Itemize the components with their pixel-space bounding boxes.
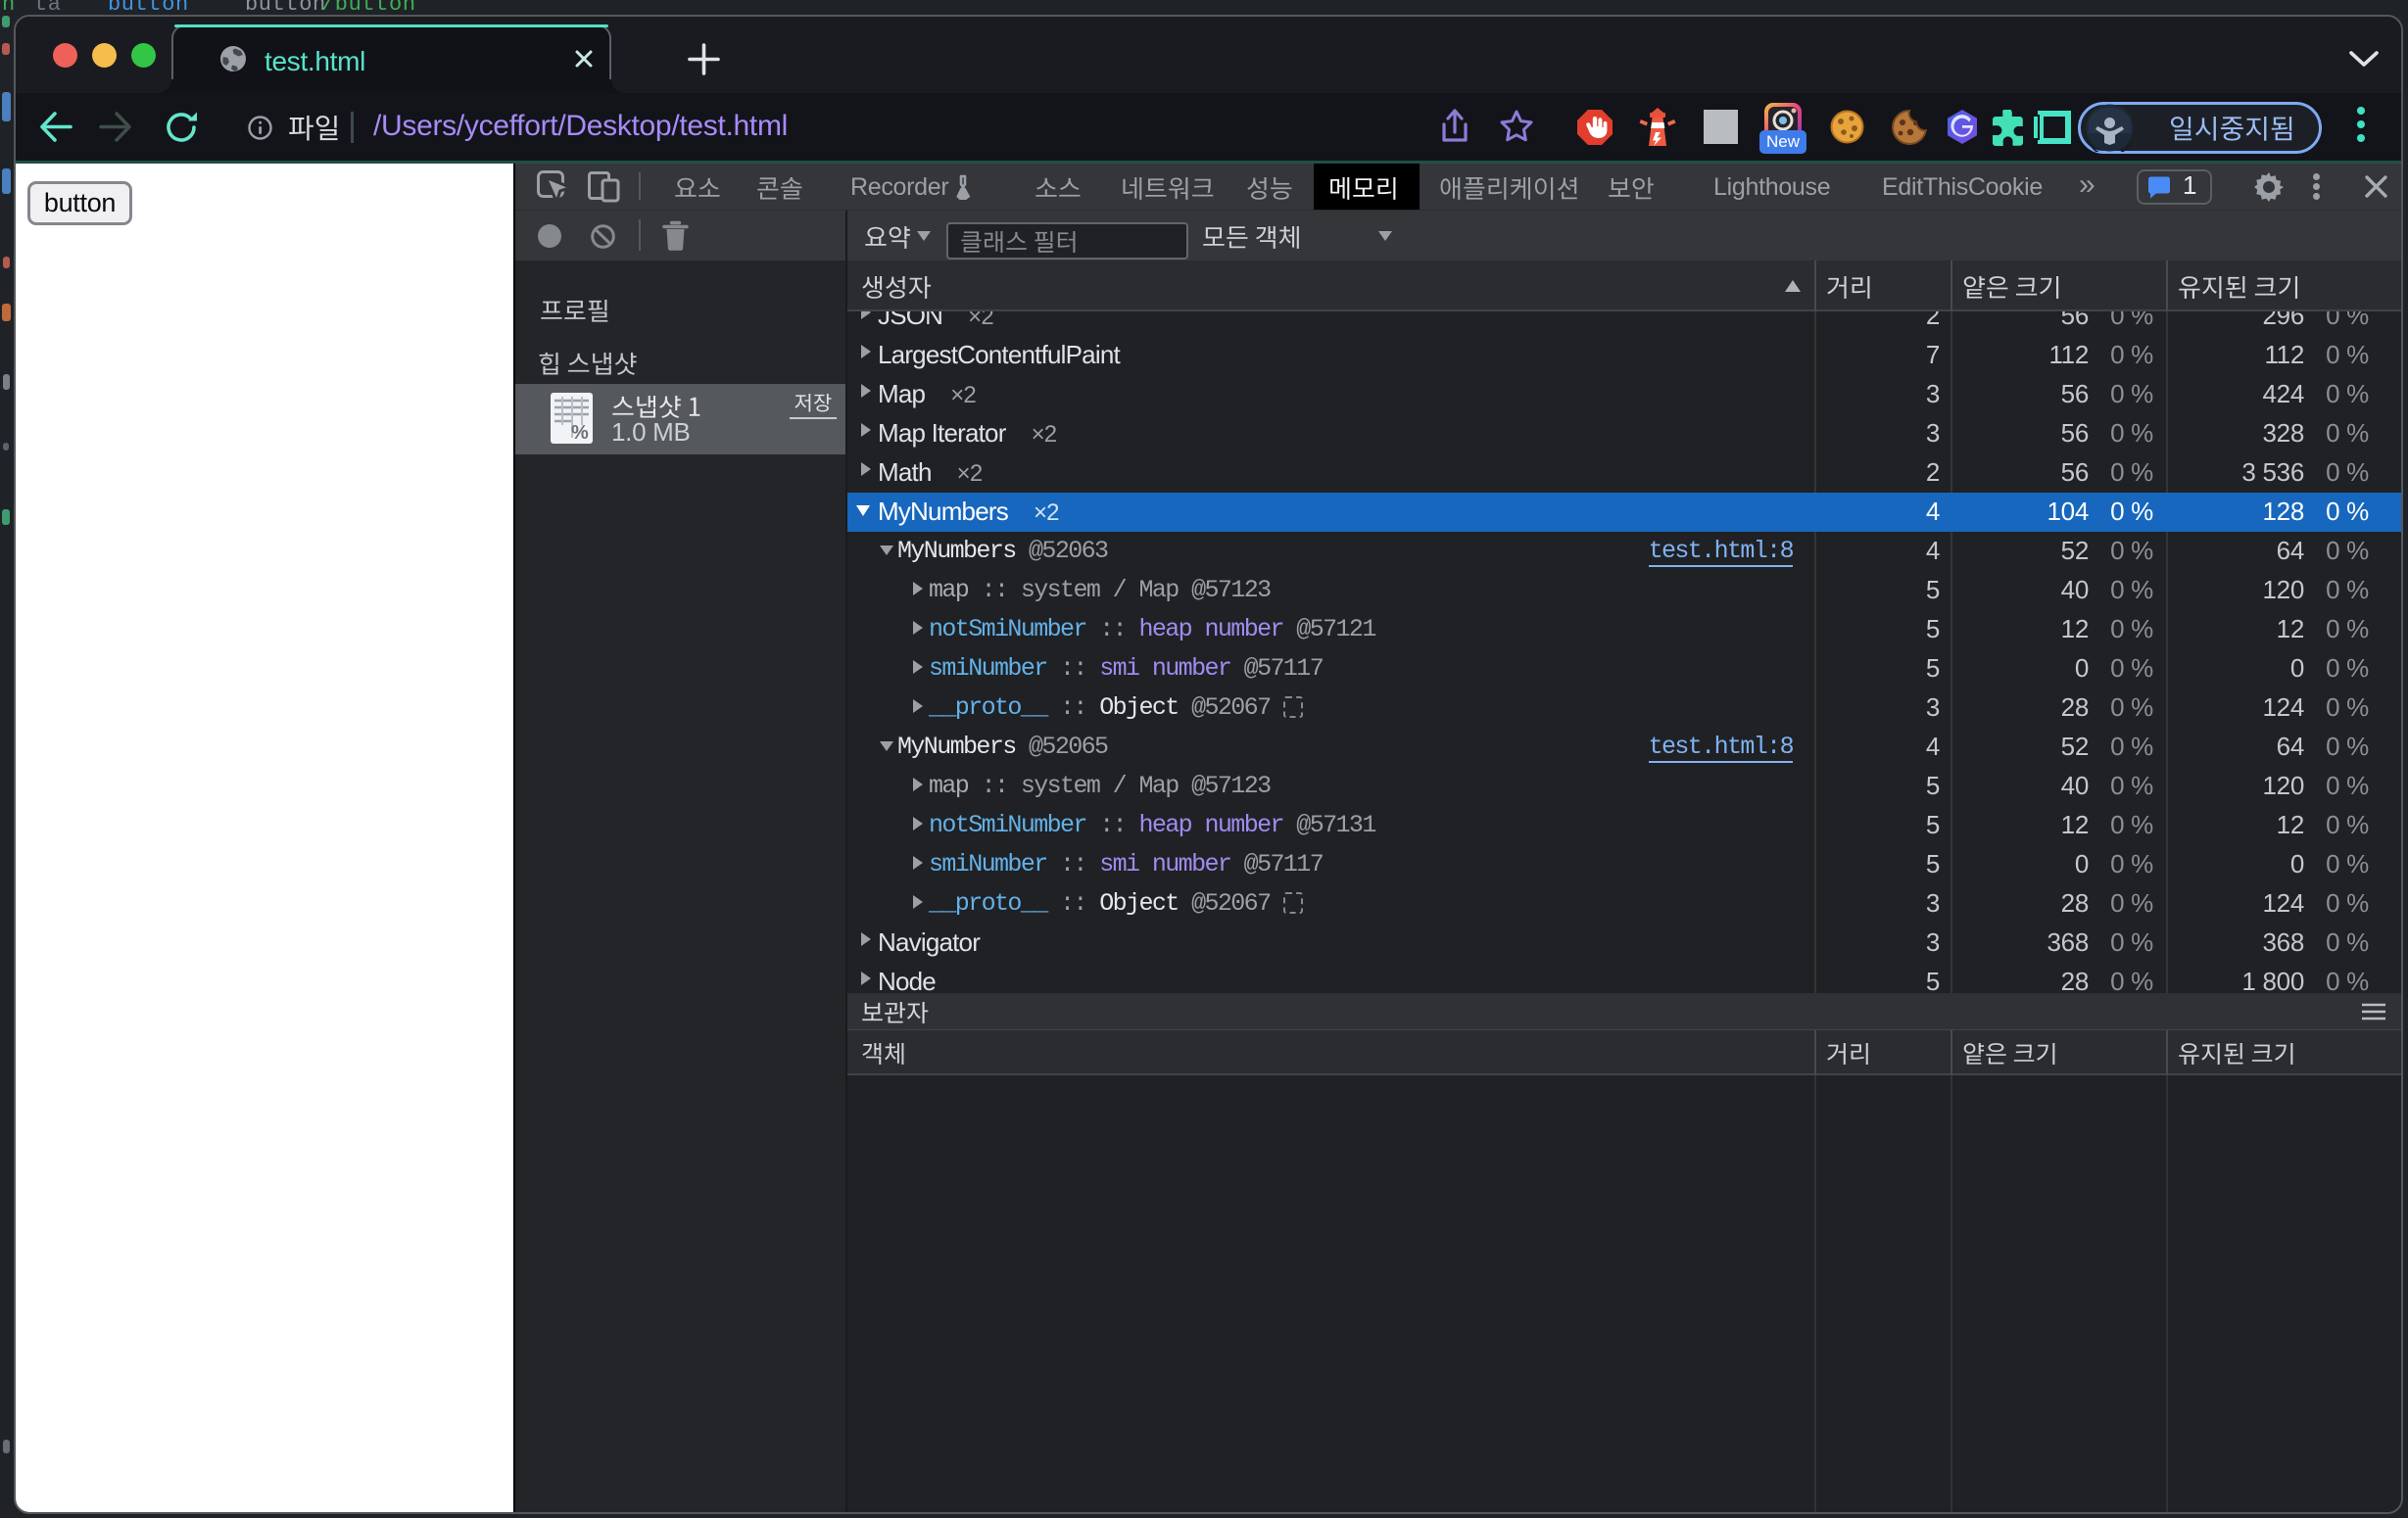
svg-text:%: %	[571, 422, 589, 444]
